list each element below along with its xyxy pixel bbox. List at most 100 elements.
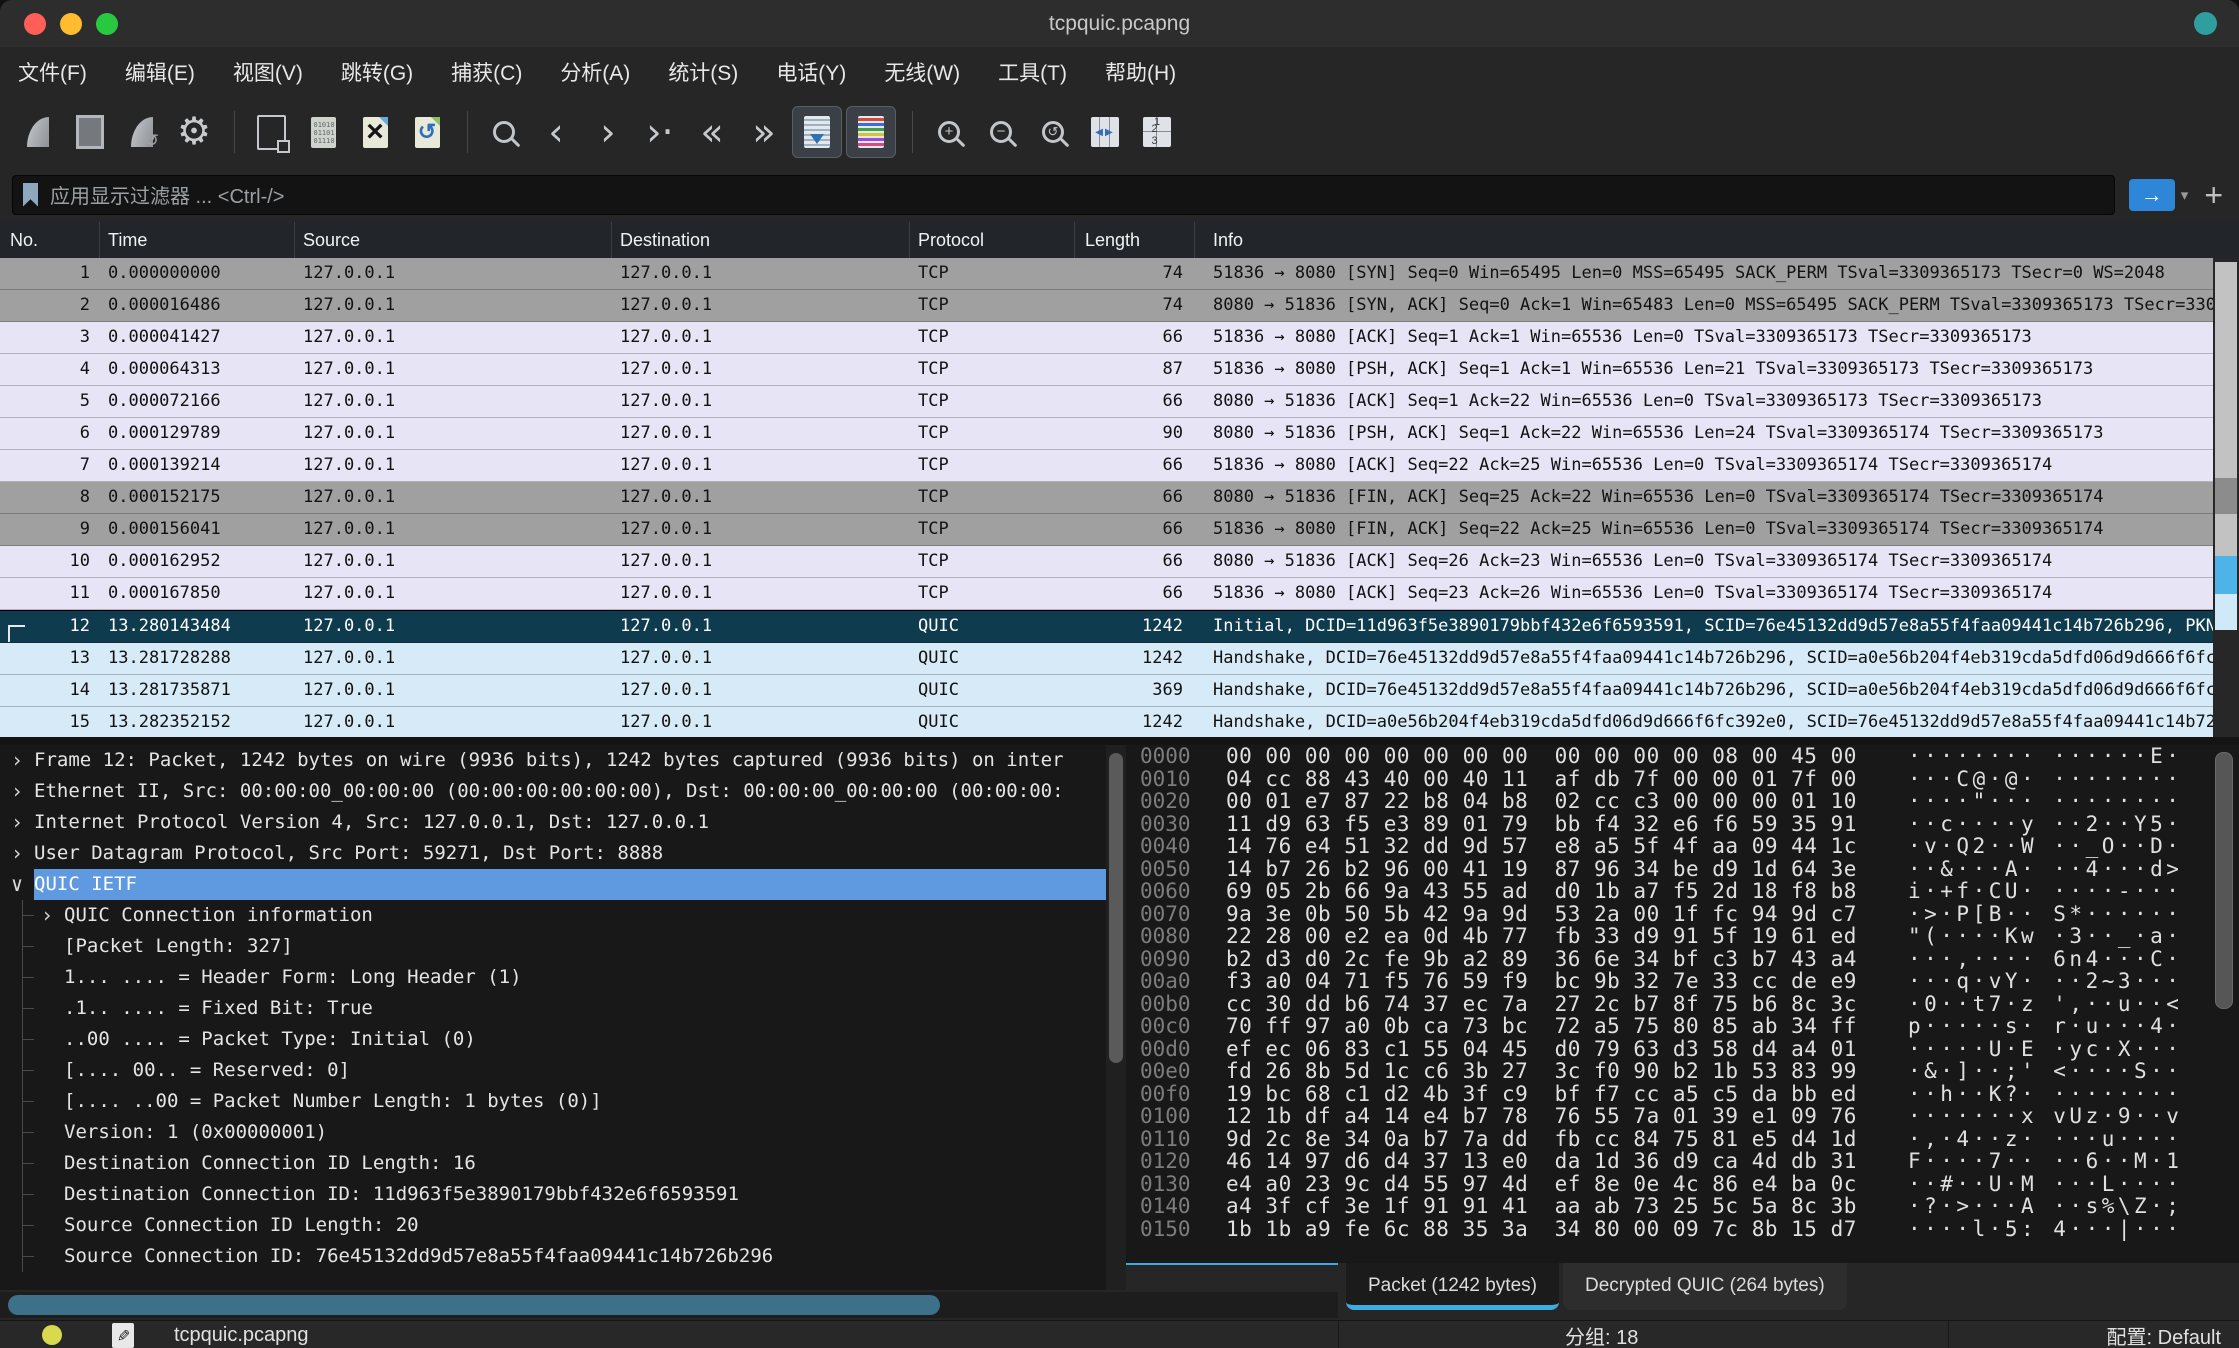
detail-row-10[interactable]: [.... 00.. = Reserved: 0] [0, 1055, 1106, 1086]
filter-bookmark-icon[interactable] [23, 183, 38, 207]
detail-row-4[interactable]: ∨QUIC IETF [0, 869, 1106, 900]
hex-row-0110[interactable]: 01109d 2c 8e 34 0a b7 7a dd fb cc 84 75 … [1126, 1128, 2239, 1151]
hex-row-00e0[interactable]: 00e0fd 26 8b 5d 1c c6 3b 27 3c f0 90 b2 … [1126, 1060, 2239, 1083]
menu-item-6[interactable]: 统计(S) [668, 57, 738, 87]
column-header-protocol[interactable]: Protocol [910, 222, 1075, 258]
hex-row-0100[interactable]: 010012 1b df a4 14 e4 b7 78 76 55 7a 01 … [1126, 1105, 2239, 1128]
auto-scroll-button[interactable] [792, 106, 842, 158]
restart-capture-button[interactable] [118, 107, 166, 157]
hex-row-0050[interactable]: 005014 b7 26 b2 96 00 41 19 87 96 34 be … [1126, 858, 2239, 881]
start-capture-button[interactable] [14, 107, 62, 157]
packet-map-segment[interactable] [2215, 594, 2237, 630]
detail-row-9[interactable]: ..00 .... = Packet Type: Initial (0) [0, 1024, 1106, 1055]
open-file-button[interactable] [247, 107, 295, 157]
column-header-destination[interactable]: Destination [612, 222, 910, 258]
go-forward-button[interactable]: › [584, 107, 632, 157]
menu-item-4[interactable]: 捕获(C) [451, 57, 522, 87]
chevron-right-icon[interactable]: › [0, 776, 34, 807]
menu-item-1[interactable]: 编辑(E) [125, 57, 195, 87]
resize-columns-button[interactable] [1081, 107, 1129, 157]
detail-row-12[interactable]: Version: 1 (0x00000001) [0, 1117, 1106, 1148]
detail-row-7[interactable]: 1... .... = Header Form: Long Header (1) [0, 962, 1106, 993]
packet-row-10[interactable]: 100.000162952127.0.0.1127.0.0.1TCP668080… [0, 546, 2239, 578]
detail-row-15[interactable]: Source Connection ID Length: 20 [0, 1210, 1106, 1241]
packet-row-15[interactable]: 1513.282352152127.0.0.1127.0.0.1QUIC1242… [0, 707, 2239, 739]
detail-row-1[interactable]: ›Ethernet II, Src: 00:00:00_00:00:00 (00… [0, 776, 1106, 807]
chevron-down-icon[interactable]: ∨ [0, 869, 34, 900]
detail-row-5[interactable]: ›QUIC Connection information [0, 900, 1106, 931]
hex-row-00d0[interactable]: 00d0ef ec 06 83 c1 55 04 45 d0 79 63 d3 … [1126, 1038, 2239, 1061]
go-last-packet-button[interactable]: » [740, 107, 788, 157]
detail-row-16[interactable]: Source Connection ID: 76e45132dd9d57e8a5… [0, 1241, 1106, 1272]
column-header-source[interactable]: Source [295, 222, 612, 258]
hex-row-0010[interactable]: 001004 cc 88 43 40 00 40 11 af db 7f 00 … [1126, 768, 2239, 791]
hex-row-0070[interactable]: 00709a 3e 0b 50 5b 42 9a 9d 53 2a 00 1f … [1126, 903, 2239, 926]
column-header-no[interactable]: No. [0, 222, 100, 258]
go-to-packet-button[interactable]: ›· [636, 107, 684, 157]
go-back-button[interactable]: ‹ [532, 107, 580, 157]
byte-tab-1[interactable]: Decrypted QUIC (264 bytes) [1563, 1263, 1847, 1310]
add-filter-button[interactable]: + [2204, 180, 2223, 210]
hex-row-0120[interactable]: 012046 14 97 d6 d4 37 13 e0 da 1d 36 d9 … [1126, 1150, 2239, 1173]
stop-capture-button[interactable] [66, 107, 114, 157]
hex-row-00f0[interactable]: 00f019 bc 68 c1 d2 4b 3f c9 bf f7 cc a5 … [1126, 1083, 2239, 1106]
menu-item-2[interactable]: 视图(V) [233, 57, 303, 87]
bytes-scrollbar[interactable] [2213, 752, 2235, 1252]
hex-row-0020[interactable]: 002000 01 e7 87 22 b8 04 b8 02 cc c3 00 … [1126, 790, 2239, 813]
zoom-out-button[interactable] [977, 107, 1025, 157]
hex-row-0030[interactable]: 003011 d9 63 f5 e3 89 01 79 bb f4 32 e6 … [1126, 813, 2239, 836]
menu-item-7[interactable]: 电话(Y) [776, 57, 846, 87]
column-header-length[interactable]: Length [1075, 222, 1195, 258]
packet-map-segment[interactable] [2215, 478, 2237, 514]
packet-row-4[interactable]: 40.000064313127.0.0.1127.0.0.1TCP8751836… [0, 354, 2239, 386]
menu-item-3[interactable]: 跳转(G) [341, 57, 413, 87]
menu-item-9[interactable]: 工具(T) [998, 57, 1067, 87]
capture-comment-icon[interactable] [112, 1323, 134, 1348]
detail-row-14[interactable]: Destination Connection ID: 11d963f5e3890… [0, 1179, 1106, 1210]
hex-row-0080[interactable]: 008022 28 00 e2 ea 0d 4b 77 fb 33 d9 91 … [1126, 925, 2239, 948]
packet-row-1[interactable]: 10.000000000127.0.0.1127.0.0.1TCP7451836… [0, 258, 2239, 290]
menu-item-8[interactable]: 无线(W) [884, 57, 960, 87]
menu-item-5[interactable]: 分析(A) [560, 57, 630, 87]
zoom-reset-button[interactable] [1029, 107, 1077, 157]
packet-row-13[interactable]: 1313.281728288127.0.0.1127.0.0.1QUIC1242… [0, 643, 2239, 675]
close-file-button[interactable] [351, 107, 399, 157]
packet-list-scrollbar[interactable] [2213, 258, 2239, 737]
detail-horizontal-scrollbar-thumb[interactable] [8, 1295, 940, 1315]
menu-item-10[interactable]: 帮助(H) [1105, 57, 1176, 87]
chevron-right-icon[interactable]: › [30, 900, 64, 931]
save-file-button[interactable] [299, 107, 347, 157]
detail-scrollbar[interactable] [1106, 745, 1126, 1290]
chevron-right-icon[interactable]: › [0, 838, 34, 869]
chevron-right-icon[interactable]: › [0, 745, 34, 776]
packet-row-9[interactable]: 90.000156041127.0.0.1127.0.0.1TCP6651836… [0, 514, 2239, 546]
hex-row-0090[interactable]: 0090b2 d3 d0 2c fe 9b a2 89 36 6e 34 bf … [1126, 948, 2239, 971]
byte-tab-0[interactable]: Packet (1242 bytes) [1346, 1263, 1559, 1310]
apply-filter-button[interactable]: → [2129, 179, 2175, 211]
filter-dropdown-caret[interactable]: ▾ [2181, 186, 2189, 204]
hex-row-0130[interactable]: 0130e4 a0 23 9c d4 55 97 4d ef 8e 0e 4c … [1126, 1173, 2239, 1196]
hex-row-0150[interactable]: 01501b 1b a9 fe 6c 88 35 3a 34 80 00 09 … [1126, 1218, 2239, 1241]
packet-map-segment[interactable] [2215, 262, 2237, 478]
go-first-packet-button[interactable]: « [688, 107, 736, 157]
column-header-time[interactable]: Time [100, 222, 295, 258]
detail-row-3[interactable]: ›User Datagram Protocol, Src Port: 59271… [0, 838, 1106, 869]
hex-row-00b0[interactable]: 00b0cc 30 dd b6 74 37 ec 7a 27 2c b7 8f … [1126, 993, 2239, 1016]
packet-row-8[interactable]: 80.000152175127.0.0.1127.0.0.1TCP668080 … [0, 482, 2239, 514]
packet-row-2[interactable]: 20.000016486127.0.0.1127.0.0.1TCP748080 … [0, 290, 2239, 322]
column-header-info[interactable]: Info [1195, 222, 2239, 258]
packet-row-3[interactable]: 30.000041427127.0.0.1127.0.0.1TCP6651836… [0, 322, 2239, 354]
hex-row-0140[interactable]: 0140a4 3f cf 3e 1f 91 91 41 aa ab 73 25 … [1126, 1195, 2239, 1218]
detail-row-0[interactable]: ›Frame 12: Packet, 1242 bytes on wire (9… [0, 745, 1106, 776]
status-profile[interactable]: 配置: Default [2107, 1321, 2221, 1348]
pane-splitter[interactable] [0, 737, 2239, 745]
detail-row-13[interactable]: Destination Connection ID Length: 16 [0, 1148, 1106, 1179]
hex-row-00c0[interactable]: 00c070 ff 97 a0 0b ca 73 bc 72 a5 75 80 … [1126, 1015, 2239, 1038]
expert-info-icon[interactable] [42, 1325, 62, 1345]
colorize-packets-button[interactable] [846, 106, 896, 158]
menu-item-0[interactable]: 文件(F) [18, 57, 87, 87]
reload-file-button[interactable] [403, 107, 451, 157]
detail-row-2[interactable]: ›Internet Protocol Version 4, Src: 127.0… [0, 807, 1106, 838]
packet-row-14[interactable]: 1413.281735871127.0.0.1127.0.0.1QUIC369H… [0, 675, 2239, 707]
display-filter-input[interactable]: 应用显示过滤器 ... <Ctrl-/> [12, 175, 2115, 215]
